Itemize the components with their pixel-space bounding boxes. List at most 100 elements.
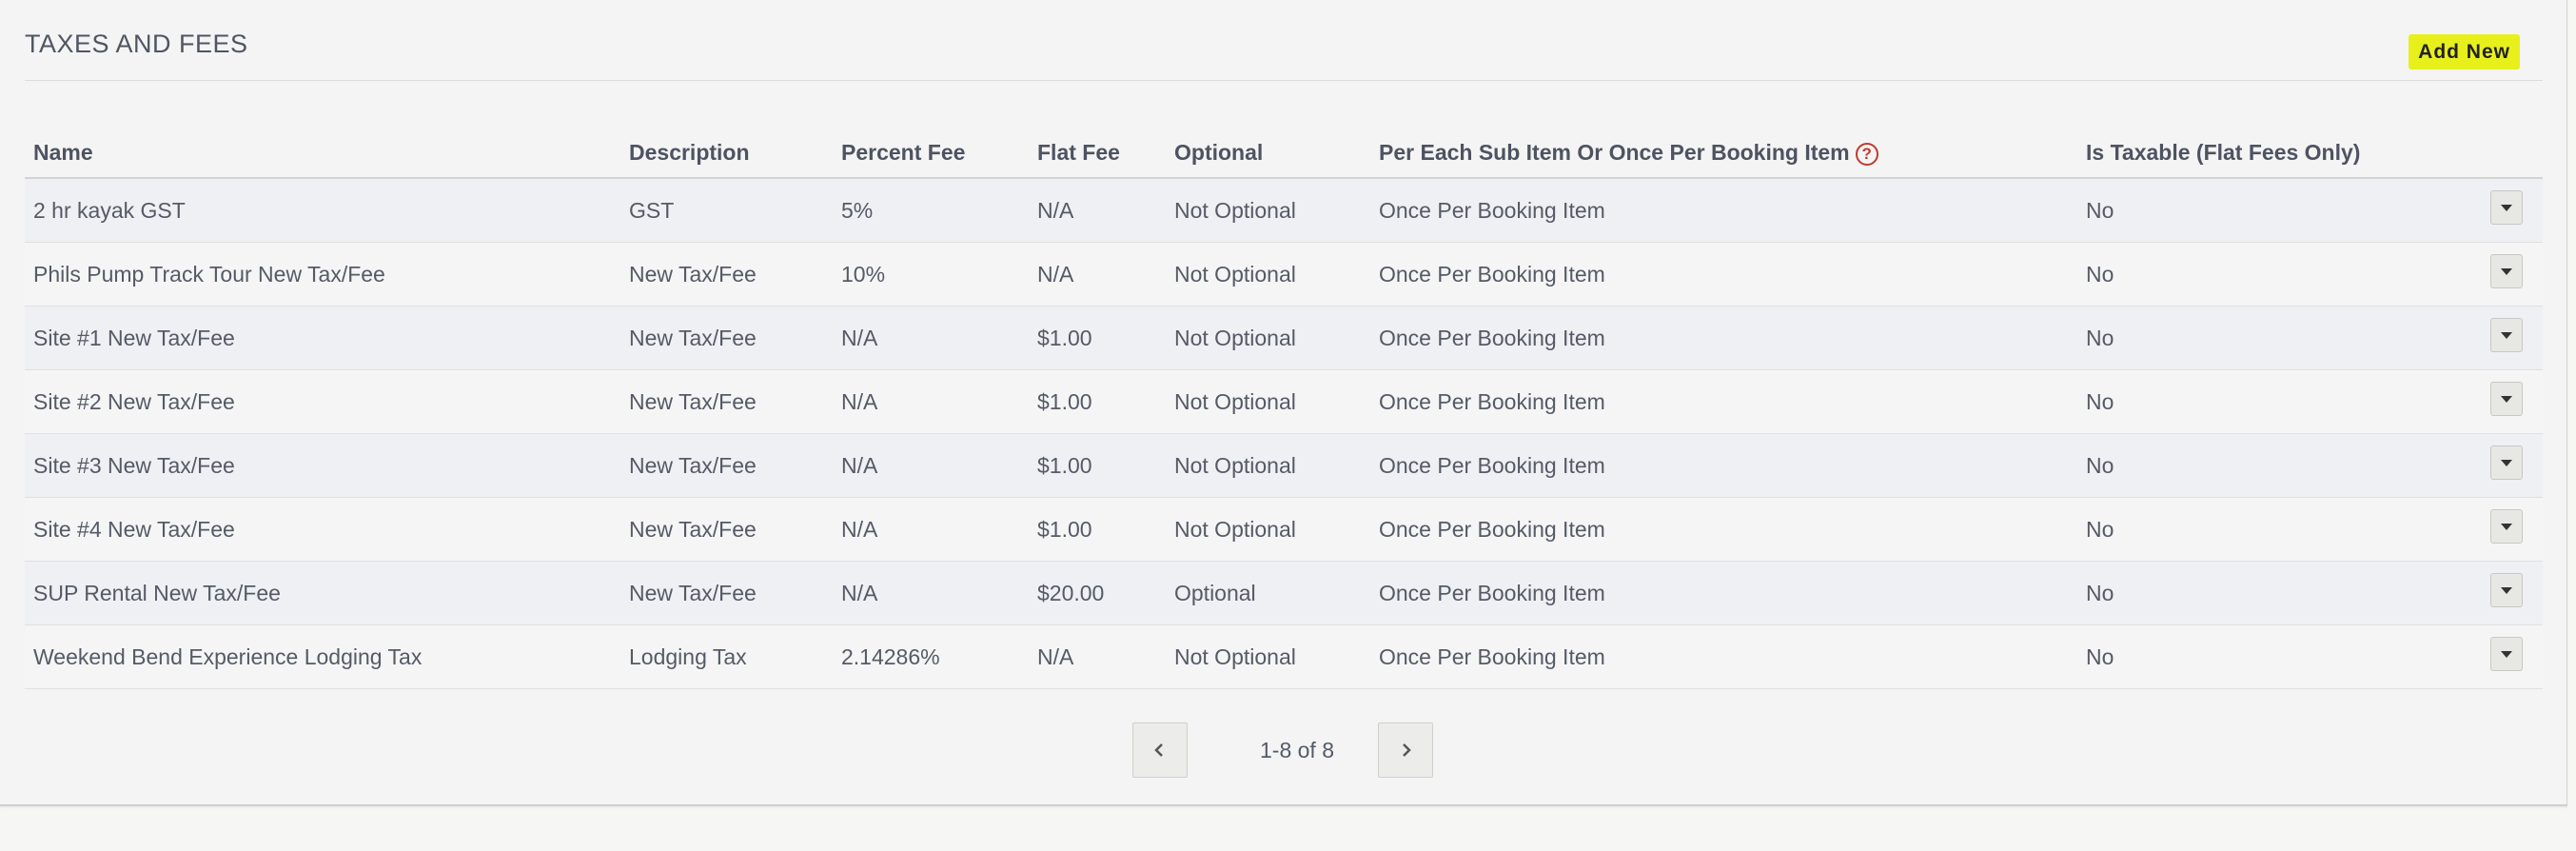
cell-is-taxable: No bbox=[2077, 433, 2482, 498]
cell-name: Site #4 New Tax/Fee bbox=[25, 497, 620, 562]
cell-description: New Tax/Fee bbox=[620, 497, 833, 562]
cell-percent-fee: 10% bbox=[833, 242, 1029, 307]
table-row: Site #2 New Tax/Fee New Tax/Fee N/A $1.00 No… bbox=[25, 369, 2543, 434]
taxes-fees-table: Name Description Percent Fee Flat Fee Op… bbox=[25, 128, 2543, 689]
table-row: Site #3 New Tax/Fee New Tax/Fee N/A $1.00 No… bbox=[25, 433, 2543, 498]
taxes-and-fees-panel: TAXES AND FEES Add New Name Description … bbox=[0, 0, 2567, 806]
page-title: TAXES AND FEES bbox=[25, 30, 248, 58]
table-row: SUP Rental New Tax/Fee New Tax/Fee N/A $20.… bbox=[25, 561, 2543, 625]
cell-flat-fee: $1.00 bbox=[1029, 497, 1166, 562]
cell-percent-fee: N/A bbox=[833, 497, 1029, 562]
column-header-actions bbox=[2482, 128, 2543, 179]
row-actions-dropdown-button[interactable] bbox=[2490, 509, 2523, 544]
cell-is-taxable: No bbox=[2077, 242, 2482, 307]
table-row: Weekend Bend Experience Lodging Tax Lodgi… bbox=[25, 624, 2543, 689]
cell-actions bbox=[2482, 369, 2543, 434]
add-new-button[interactable]: Add New bbox=[2409, 34, 2520, 69]
cell-per-item: Once Per Booking Item bbox=[1370, 369, 2077, 434]
cell-actions bbox=[2482, 242, 2543, 307]
cell-percent-fee: N/A bbox=[833, 369, 1029, 434]
cell-optional: Optional bbox=[1166, 561, 1370, 625]
table-row: Site #1 New Tax/Fee New Tax/Fee N/A $1.00 No… bbox=[25, 306, 2543, 370]
cell-actions bbox=[2482, 433, 2543, 498]
cell-description: Lodging Tax bbox=[620, 624, 833, 689]
cell-name: 2 hr kayak GST bbox=[25, 178, 620, 243]
cell-flat-fee: $20.00 bbox=[1029, 561, 1166, 625]
column-header-optional[interactable]: Optional bbox=[1166, 128, 1370, 179]
caret-down-icon bbox=[2501, 524, 2512, 530]
pagination-info: 1-8 of 8 bbox=[1260, 738, 1334, 762]
table-row: Phils Pump Track Tour New Tax/Fee New Tax… bbox=[25, 242, 2543, 307]
help-icon[interactable]: ? bbox=[1855, 142, 1878, 166]
column-header-percent-fee[interactable]: Percent Fee bbox=[833, 128, 1029, 179]
column-header-name[interactable]: Name bbox=[25, 128, 620, 179]
table-header-row: Name Description Percent Fee Flat Fee Op… bbox=[25, 128, 2543, 179]
row-actions-dropdown-button[interactable] bbox=[2490, 318, 2523, 352]
row-actions-dropdown-button[interactable] bbox=[2490, 445, 2523, 480]
row-actions-dropdown-button[interactable] bbox=[2490, 254, 2523, 288]
cell-name: SUP Rental New Tax/Fee bbox=[25, 561, 620, 625]
chevron-right-icon bbox=[1403, 743, 1411, 757]
cell-flat-fee: N/A bbox=[1029, 242, 1166, 307]
pagination-next-button[interactable] bbox=[1378, 722, 1433, 778]
cell-per-item: Once Per Booking Item bbox=[1370, 561, 2077, 625]
cell-description: GST bbox=[620, 178, 833, 243]
cell-percent-fee: 2.14286% bbox=[833, 624, 1029, 689]
cell-percent-fee: 5% bbox=[833, 178, 1029, 243]
column-header-is-taxable[interactable]: Is Taxable (Flat Fees Only) bbox=[2077, 128, 2482, 179]
cell-per-item: Once Per Booking Item bbox=[1370, 497, 2077, 562]
chevron-left-icon bbox=[1154, 743, 1163, 757]
cell-optional: Not Optional bbox=[1166, 497, 1370, 562]
caret-down-icon bbox=[2501, 268, 2512, 275]
table-row: Site #4 New Tax/Fee New Tax/Fee N/A $1.00 No… bbox=[25, 497, 2543, 562]
cell-flat-fee: N/A bbox=[1029, 624, 1166, 689]
cell-optional: Not Optional bbox=[1166, 242, 1370, 307]
row-actions-dropdown-button[interactable] bbox=[2490, 637, 2523, 671]
cell-actions bbox=[2482, 561, 2543, 625]
cell-actions bbox=[2482, 624, 2543, 689]
cell-name: Site #3 New Tax/Fee bbox=[25, 433, 620, 498]
row-actions-dropdown-button[interactable] bbox=[2490, 190, 2523, 225]
cell-is-taxable: No bbox=[2077, 561, 2482, 625]
panel-header: TAXES AND FEES Add New bbox=[25, 0, 2543, 81]
cell-is-taxable: No bbox=[2077, 178, 2482, 243]
caret-down-icon bbox=[2501, 332, 2512, 339]
cell-optional: Not Optional bbox=[1166, 624, 1370, 689]
caret-down-icon bbox=[2501, 587, 2512, 594]
cell-per-item: Once Per Booking Item bbox=[1370, 624, 2077, 689]
column-header-flat-fee[interactable]: Flat Fee bbox=[1029, 128, 1166, 179]
row-actions-dropdown-button[interactable] bbox=[2490, 573, 2523, 607]
caret-down-icon bbox=[2501, 651, 2512, 658]
caret-down-icon bbox=[2501, 396, 2512, 403]
cell-optional: Not Optional bbox=[1166, 306, 1370, 370]
column-header-per-item-label[interactable]: Per Each Sub Item Or Once Per Booking It… bbox=[1379, 140, 1850, 165]
cell-percent-fee: N/A bbox=[833, 433, 1029, 498]
cell-optional: Not Optional bbox=[1166, 178, 1370, 243]
cell-name: Site #2 New Tax/Fee bbox=[25, 369, 620, 434]
cell-name: Phils Pump Track Tour New Tax/Fee bbox=[25, 242, 620, 307]
cell-name: Weekend Bend Experience Lodging Tax bbox=[25, 624, 620, 689]
cell-is-taxable: No bbox=[2077, 369, 2482, 434]
cell-description: New Tax/Fee bbox=[620, 242, 833, 307]
cell-description: New Tax/Fee bbox=[620, 369, 833, 434]
caret-down-icon bbox=[2501, 460, 2512, 466]
cell-actions bbox=[2482, 178, 2543, 243]
cell-actions bbox=[2482, 306, 2543, 370]
pagination-prev-button[interactable] bbox=[1132, 722, 1188, 778]
cell-percent-fee: N/A bbox=[833, 561, 1029, 625]
caret-down-icon bbox=[2501, 205, 2512, 211]
cell-per-item: Once Per Booking Item bbox=[1370, 306, 2077, 370]
cell-description: New Tax/Fee bbox=[620, 561, 833, 625]
cell-per-item: Once Per Booking Item bbox=[1370, 178, 2077, 243]
cell-per-item: Once Per Booking Item bbox=[1370, 242, 2077, 307]
column-header-per-item: Per Each Sub Item Or Once Per Booking It… bbox=[1370, 128, 2077, 179]
cell-actions bbox=[2482, 497, 2543, 562]
cell-is-taxable: No bbox=[2077, 306, 2482, 370]
cell-flat-fee: N/A bbox=[1029, 178, 1166, 243]
cell-optional: Not Optional bbox=[1166, 433, 1370, 498]
cell-flat-fee: $1.00 bbox=[1029, 433, 1166, 498]
cell-is-taxable: No bbox=[2077, 497, 2482, 562]
column-header-description[interactable]: Description bbox=[620, 128, 833, 179]
cell-is-taxable: No bbox=[2077, 624, 2482, 689]
row-actions-dropdown-button[interactable] bbox=[2490, 382, 2523, 416]
